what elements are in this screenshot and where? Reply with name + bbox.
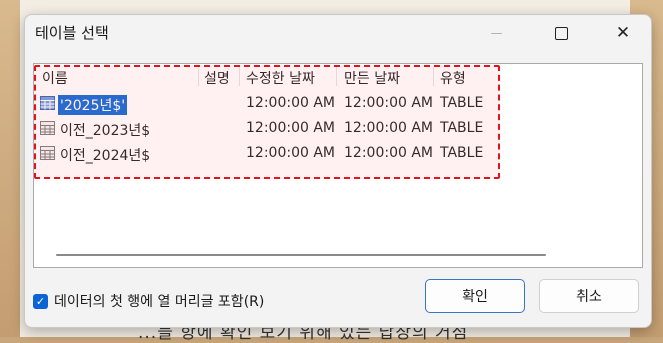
created-date: 12:00:00 AM xyxy=(344,145,433,161)
select-table-dialog: 테이블 선택 ✕ 이름 설명 수정한 날짜 만든 날짜 유형 '2025년$' … xyxy=(24,14,652,328)
column-header-type[interactable]: 유형 xyxy=(440,68,466,88)
created-date: 12:00:00 AM xyxy=(344,120,433,136)
table-icon xyxy=(40,146,55,160)
table-type: TABLE xyxy=(440,95,484,111)
modified-date: 12:00:00 AM xyxy=(246,95,335,111)
close-button[interactable]: ✕ xyxy=(600,15,646,51)
table-list-header: 이름 설명 수정한 날짜 만든 날짜 유형 xyxy=(34,64,642,88)
table-list[interactable]: 이름 설명 수정한 날짜 만든 날짜 유형 '2025년$' 12:00:00 … xyxy=(33,63,643,268)
minimize-button[interactable] xyxy=(473,15,519,51)
table-icon xyxy=(40,121,55,135)
checkbox-checked-icon[interactable]: ✓ xyxy=(33,293,48,309)
table-row[interactable]: 이전_2023년$ 12:00:00 AM 12:00:00 AM TABLE xyxy=(34,117,504,141)
first-row-headers-label: 데이터의 첫 행에 열 머리글 포함(R) xyxy=(54,294,265,310)
title-bar[interactable]: 테이블 선택 ✕ xyxy=(25,15,651,51)
table-type: TABLE xyxy=(440,120,484,136)
close-icon: ✕ xyxy=(615,22,631,43)
column-separator[interactable] xyxy=(433,66,434,86)
first-row-headers-option[interactable]: ✓ 데이터의 첫 행에 열 머리글 포함(R) xyxy=(33,291,264,311)
cancel-button[interactable]: 취소 xyxy=(539,279,639,313)
table-row[interactable]: '2025년$' 12:00:00 AM 12:00:00 AM TABLE xyxy=(34,92,504,116)
column-header-created[interactable]: 만든 날짜 xyxy=(344,68,400,88)
minimize-icon xyxy=(490,32,502,34)
dialog-title: 테이블 선택 xyxy=(35,24,109,42)
ok-button[interactable]: 확인 xyxy=(425,279,525,313)
created-date: 12:00:00 AM xyxy=(344,95,433,111)
modified-date: 12:00:00 AM xyxy=(246,145,335,161)
modified-date: 12:00:00 AM xyxy=(246,120,335,136)
column-header-name[interactable]: 이름 xyxy=(42,68,68,88)
maximize-icon xyxy=(554,26,568,40)
column-separator[interactable] xyxy=(336,66,337,86)
column-separator[interactable] xyxy=(239,66,240,86)
table-name: 이전_2023년$ xyxy=(60,123,151,139)
table-name: 이전_2024년$ xyxy=(60,148,151,164)
table-row[interactable]: 이전_2024년$ 12:00:00 AM 12:00:00 AM TABLE xyxy=(34,142,504,166)
table-type: TABLE xyxy=(440,145,484,161)
maximize-button[interactable] xyxy=(538,15,584,51)
table-icon xyxy=(40,96,55,110)
horizontal-scrollbar[interactable] xyxy=(56,254,546,256)
table-name: '2025년$' xyxy=(58,95,128,115)
column-header-description[interactable]: 설명 xyxy=(204,68,230,88)
column-header-modified[interactable]: 수정한 날짜 xyxy=(246,68,315,88)
column-separator[interactable] xyxy=(198,66,199,86)
